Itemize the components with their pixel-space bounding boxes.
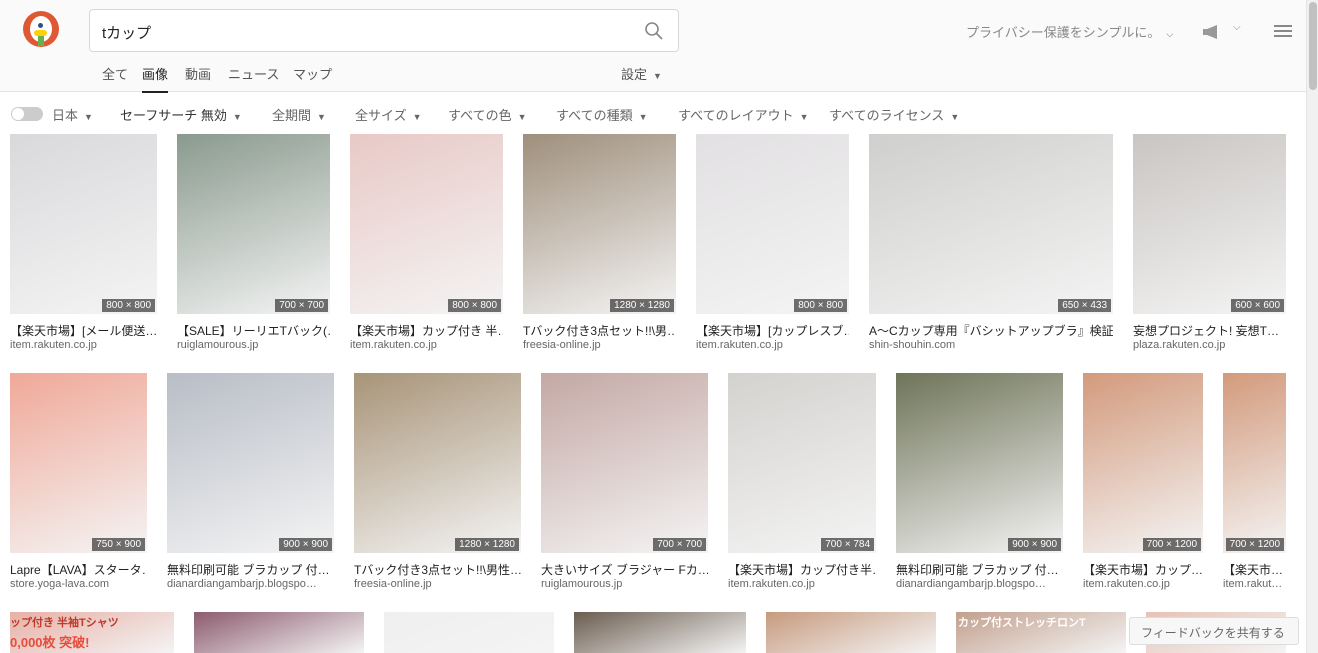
image-thumbnail[interactable]: 600 × 600: [1133, 134, 1286, 314]
result-title[interactable]: 無料印刷可能 ブラカップ 付…: [896, 561, 1063, 578]
image-dimensions: 650 × 433: [1058, 299, 1111, 312]
result-source[interactable]: ruiglamourous.jp: [541, 578, 708, 590]
privacy-tagline[interactable]: プライバシー保護をシンプルに。 ⌵: [966, 22, 1173, 41]
search-box[interactable]: tカップ: [89, 9, 679, 52]
thumbnail-text: 0,000枚 突破!: [10, 635, 90, 650]
image-thumbnail[interactable]: 700 × 784: [728, 373, 876, 553]
scrollbar[interactable]: [1306, 0, 1318, 653]
image-thumbnail[interactable]: 900 × 900: [896, 373, 1063, 553]
image-dimensions: 600 × 600: [1231, 299, 1284, 312]
image-thumbnail[interactable]: カップ付ストレッチロンT: [956, 612, 1126, 653]
image-thumbnail[interactable]: 1280 × 1280: [354, 373, 521, 553]
result-title[interactable]: 【楽天市場】[メール便送…: [10, 322, 157, 339]
scrollbar-thumb[interactable]: [1309, 2, 1317, 90]
image-thumbnail[interactable]: [384, 612, 554, 653]
filter-color[interactable]: すべての色 ▼: [448, 105, 527, 124]
result-title[interactable]: 【SALE】リーリエTバック(…: [177, 322, 330, 339]
image-thumbnail[interactable]: 800 × 800: [10, 134, 157, 314]
chevron-down-icon: ⌵: [1166, 29, 1174, 39]
result-source[interactable]: item.rakuten.co.jp: [10, 339, 157, 351]
duckduckgo-logo[interactable]: [23, 11, 59, 47]
image-dimensions: 750 × 900: [92, 538, 145, 551]
filter-type[interactable]: すべての種類 ▼: [556, 105, 648, 124]
result-title[interactable]: 大きいサイズ ブラジャー Fカ…: [541, 561, 708, 578]
result-source[interactable]: item.rakuten.co.jp: [728, 578, 876, 590]
feedback-button[interactable]: フィードバックを共有する: [1129, 617, 1299, 645]
chevron-down-icon[interactable]: ⌵: [1233, 22, 1241, 33]
result-title[interactable]: 【楽天市場】カップ付き半…: [728, 561, 876, 578]
result-title[interactable]: 【楽天市場】[カップレスブ…: [696, 322, 849, 339]
result-source[interactable]: item.rakuten.co.jp: [350, 339, 503, 351]
result-source[interactable]: freesia-online.jp: [523, 339, 676, 351]
filter-license[interactable]: すべてのライセンス ▼: [829, 105, 959, 124]
image-dimensions: 900 × 900: [1008, 538, 1061, 551]
image-thumbnail[interactable]: 800 × 800: [696, 134, 849, 314]
filter-time[interactable]: 全期間 ▼: [272, 105, 326, 124]
image-thumbnail[interactable]: 750 × 900: [10, 373, 147, 553]
result-title[interactable]: A〜Cカップ専用『バシットアップブラ』検証…: [869, 322, 1113, 339]
result-title[interactable]: 【楽天市場】カップ…: [1083, 561, 1203, 578]
image-dimensions: 700 × 1200: [1142, 538, 1201, 551]
image-thumbnail[interactable]: 900 × 900: [167, 373, 334, 553]
image-thumbnail[interactable]: [766, 612, 936, 653]
filter-safesearch[interactable]: セーフサーチ 無効 ▼: [120, 105, 242, 124]
result-title[interactable]: Tバック付き3点セット!!\男…: [523, 322, 676, 339]
tab-maps[interactable]: マップ: [293, 64, 332, 83]
image-thumbnail[interactable]: 700 × 700: [541, 373, 708, 553]
image-dimensions: 900 × 900: [279, 538, 332, 551]
result-source[interactable]: dianardiangambarjp.blogspo…: [167, 578, 334, 590]
result-source[interactable]: item.rakut…: [1223, 578, 1286, 590]
image-dimensions: 1280 × 1280: [455, 538, 519, 551]
settings-dropdown[interactable]: 設定 ▼: [621, 64, 662, 83]
result-title[interactable]: 無料印刷可能 ブラカップ 付…: [167, 561, 334, 578]
tab-images[interactable]: 画像: [142, 64, 169, 93]
filter-region[interactable]: 日本 ▼: [52, 105, 93, 124]
image-thumbnail[interactable]: 650 × 433: [869, 134, 1113, 314]
result-title[interactable]: Lapre【LAVA】スタータ…: [10, 561, 147, 578]
image-dimensions: 700 × 700: [275, 299, 328, 312]
menu-icon[interactable]: [1274, 24, 1292, 38]
header: tカップ プライバシー保護をシンプルに。 ⌵ ⌵ 全て 画像 動画 ニュース マッ…: [0, 0, 1306, 93]
image-dimensions: 700 × 784: [821, 538, 874, 551]
image-thumbnail[interactable]: [194, 612, 364, 653]
tab-all[interactable]: 全て: [102, 64, 128, 83]
result-title[interactable]: 【楽天市…: [1223, 561, 1286, 578]
thumbnail-text: カップ付ストレッチロンT: [958, 617, 1086, 629]
result-source[interactable]: plaza.rakuten.co.jp: [1133, 339, 1286, 351]
filter-bar: 日本 ▼ セーフサーチ 無効 ▼ 全期間 ▼ 全サイズ ▼ すべての色 ▼ すべての種類 ▼…: [0, 100, 1306, 126]
filter-size[interactable]: 全サイズ ▼: [355, 105, 422, 124]
result-title[interactable]: 【楽天市場】カップ付き 半…: [350, 322, 503, 339]
region-toggle[interactable]: [11, 107, 43, 121]
result-source[interactable]: item.rakuten.co.jp: [696, 339, 849, 351]
megaphone-icon[interactable]: [1201, 24, 1225, 40]
search-input[interactable]: tカップ: [102, 22, 151, 43]
result-title[interactable]: 妄想プロジェクト! 妄想T…: [1133, 322, 1286, 339]
result-title[interactable]: Tバック付き3点セット!!\男性…: [354, 561, 521, 578]
image-dimensions: 1280 × 1280: [610, 299, 674, 312]
image-thumbnail[interactable]: 700 × 1200: [1223, 373, 1286, 553]
image-thumbnail[interactable]: 800 × 800: [350, 134, 503, 314]
result-source[interactable]: dianardiangambarjp.blogspo…: [896, 578, 1063, 590]
result-source[interactable]: ruiglamourous.jp: [177, 339, 330, 351]
image-thumbnail[interactable]: 700 × 1200: [1083, 373, 1203, 553]
image-thumbnail[interactable]: 1280 × 1280: [523, 134, 676, 314]
thumbnail-text: ップ付き 半袖Tシャツ: [10, 617, 119, 629]
result-source[interactable]: store.yoga-lava.com: [10, 578, 147, 590]
image-thumbnail[interactable]: ップ付き 半袖Tシャツ 0,000枚 突破!: [10, 612, 174, 653]
result-source[interactable]: item.rakuten.co.jp: [1083, 578, 1203, 590]
result-source[interactable]: shin-shouhin.com: [869, 339, 1113, 351]
image-thumbnail[interactable]: [574, 612, 746, 653]
image-dimensions: 800 × 800: [448, 299, 501, 312]
image-dimensions: 700 × 700: [653, 538, 706, 551]
image-thumbnail[interactable]: 700 × 700: [177, 134, 330, 314]
search-icon[interactable]: [644, 21, 664, 41]
tab-videos[interactable]: 動画: [185, 64, 211, 83]
tab-news[interactable]: ニュース: [228, 64, 279, 83]
image-dimensions: 800 × 800: [102, 299, 155, 312]
result-source[interactable]: freesia-online.jp: [354, 578, 521, 590]
image-dimensions: 700 × 1200: [1225, 538, 1284, 551]
image-dimensions: 800 × 800: [794, 299, 847, 312]
filter-layout[interactable]: すべてのレイアウト ▼: [678, 105, 809, 124]
